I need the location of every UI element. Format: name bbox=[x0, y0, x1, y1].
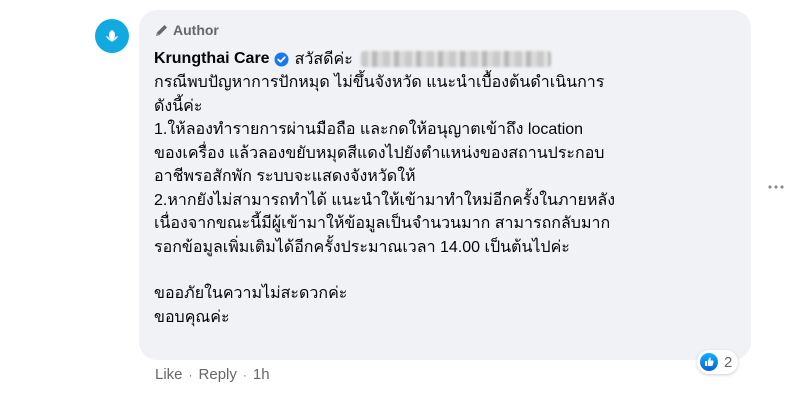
like-button[interactable]: Like bbox=[155, 366, 183, 383]
comment-body: กรณีพบปัญหาการปักหมุด ไม่ขึ้นจังหวัด แนะ… bbox=[154, 71, 737, 329]
pen-icon bbox=[154, 23, 169, 38]
comment-header: Krungthai Care สวัสดีค่ะ bbox=[154, 49, 737, 69]
reaction-count: 2 bbox=[724, 353, 733, 371]
krungthai-logo-icon bbox=[106, 30, 118, 42]
redacted-user-name bbox=[360, 51, 551, 67]
author-badge-label: Author bbox=[173, 22, 219, 38]
more-options-icon[interactable] bbox=[766, 180, 786, 194]
comment-line: 1.ให้ลองทำรายการผ่านมือถือ และกดให้อนุญา… bbox=[154, 121, 584, 138]
page-name-link[interactable]: Krungthai Care bbox=[154, 50, 270, 68]
timestamp-link[interactable]: 1h bbox=[253, 366, 270, 383]
action-separator: · bbox=[188, 367, 193, 382]
comment-closing-line: ขออภัยในความไม่สะดวกค่ะ bbox=[154, 285, 348, 302]
comment-bubble: Author Krungthai Care สวัสดีค่ะ กรณีพบปั… bbox=[139, 10, 751, 360]
greeting-text: สวัสดีค่ะ bbox=[294, 50, 353, 68]
action-separator: · bbox=[242, 367, 247, 382]
comment-closing-line: ขอบคุณค่ะ bbox=[154, 308, 230, 326]
comment-line: กรณีพบปัญหาการปักหมุด ไม่ขึ้นจังหวัด แนะ… bbox=[154, 74, 605, 91]
verified-check-icon bbox=[274, 52, 289, 67]
comment-line: เนื่องจากขณะนี้มีผู้เข้ามาให้ข้อมูลเป็นจ… bbox=[154, 215, 611, 232]
reactions-summary[interactable]: 2 bbox=[697, 350, 739, 374]
like-thumb-icon bbox=[700, 353, 718, 371]
comment-line: ของเครื่อง แล้วลองขยับหมุดสีแดงไปยังตำแห… bbox=[154, 144, 605, 162]
comment-line: 2.หากยังไม่สามารถทำได้ แนะนำให้เข้ามาทำใ… bbox=[154, 191, 616, 209]
comment-line: รอกข้อมูลเพิ่มเติมได้อีกครั้งประมาณเวลา … bbox=[154, 238, 570, 256]
comment-actions: Like · Reply · 1h bbox=[155, 366, 270, 383]
comment-line: ดังนี้ค่ะ bbox=[154, 97, 203, 115]
comment-line: อาชีพรอสักพัก ระบบจะแสดงจังหวัดให้ bbox=[154, 168, 416, 185]
reply-button[interactable]: Reply bbox=[199, 366, 237, 383]
author-badge: Author bbox=[154, 20, 737, 40]
avatar[interactable] bbox=[95, 19, 129, 53]
